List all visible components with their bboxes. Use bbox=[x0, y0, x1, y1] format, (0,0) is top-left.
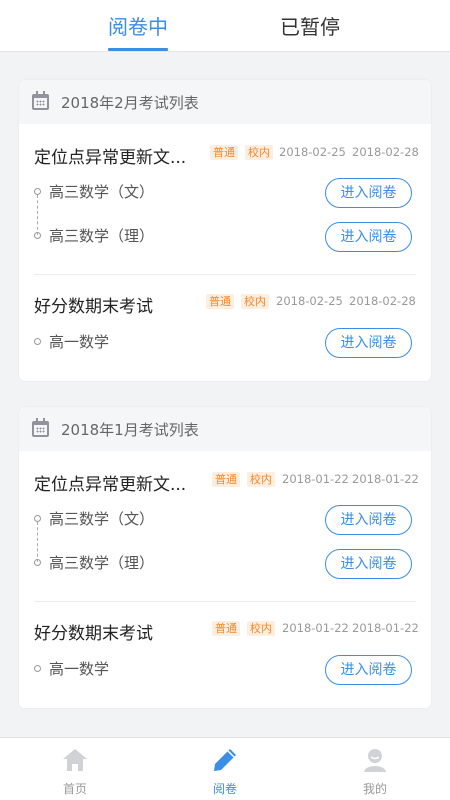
exam-title: 定位点异常更新文... bbox=[34, 475, 187, 495]
exam-title: 定位点异常更新文... bbox=[34, 148, 187, 168]
enter-grading-button[interactable]: 进入阅卷 bbox=[325, 655, 412, 685]
home-icon bbox=[63, 749, 87, 771]
exam-end-date: 2018-01-22 bbox=[352, 472, 419, 486]
exam-divider bbox=[34, 274, 416, 275]
subject-row: 高一数学 进入阅卷 bbox=[34, 328, 416, 360]
nav-home[interactable]: 首页 bbox=[15, 738, 135, 800]
tag-normal: 普通 bbox=[206, 294, 234, 309]
subject-dot-icon bbox=[34, 665, 41, 672]
tab-paused-label: 已暂停 bbox=[280, 15, 340, 39]
tag-internal: 校内 bbox=[247, 621, 275, 636]
tag-internal: 校内 bbox=[247, 472, 275, 487]
exam-item: 好分数期末考试 普通 校内 2018-01-22 2018-01-22 高一数学… bbox=[34, 619, 419, 699]
nav-mine-label: 我的 bbox=[362, 782, 387, 796]
subject-dot-icon bbox=[34, 232, 41, 239]
month-card-header: 2018年1月考试列表 bbox=[19, 407, 431, 451]
month-card-title: 2018年1月考试列表 bbox=[61, 420, 199, 439]
month-card-jan: 2018年1月考试列表 定位点异常更新文... 普通 校内 2018-01-22… bbox=[19, 407, 431, 708]
exam-divider bbox=[34, 601, 416, 602]
pencil-icon bbox=[214, 749, 236, 771]
nav-grading-label: 阅卷 bbox=[212, 782, 237, 796]
subject-name: 高三数学（理） bbox=[49, 227, 155, 245]
subject-row: 高三数学（理） 进入阅卷 bbox=[34, 549, 416, 581]
top-tab-bar: 阅卷中 已暂停 bbox=[0, 0, 450, 52]
tag-normal: 普通 bbox=[212, 621, 240, 636]
enter-grading-button[interactable]: 进入阅卷 bbox=[325, 549, 412, 579]
exam-title: 好分数期末考试 bbox=[34, 624, 153, 644]
exam-item: 定位点异常更新文... 普通 校内 2018-01-22 2018-01-22 … bbox=[34, 470, 419, 581]
exam-end-date: 2018-01-22 bbox=[352, 621, 419, 635]
tag-normal: 普通 bbox=[212, 472, 240, 487]
nav-home-label: 首页 bbox=[62, 782, 87, 796]
exam-start-date: 2018-02-25 bbox=[276, 294, 343, 308]
tag-internal: 校内 bbox=[241, 294, 269, 309]
subject-dot-icon bbox=[34, 188, 41, 195]
subject-name: 高一数学 bbox=[49, 333, 110, 351]
exam-start-date: 2018-02-25 bbox=[279, 145, 346, 159]
exam-start-date: 2018-01-22 bbox=[282, 621, 349, 635]
nav-mine[interactable]: 我的 bbox=[315, 738, 435, 800]
subject-dot-icon bbox=[34, 515, 41, 522]
enter-grading-button[interactable]: 进入阅卷 bbox=[325, 178, 412, 208]
month-card-header: 2018年2月考试列表 bbox=[19, 80, 431, 124]
tab-paused[interactable]: 已暂停 bbox=[230, 0, 390, 52]
subject-name: 高三数学（文） bbox=[49, 183, 155, 201]
subject-row: 高一数学 进入阅卷 bbox=[34, 655, 416, 687]
month-card-feb: 2018年2月考试列表 定位点异常更新文... 普通 校内 2018-02-25… bbox=[19, 80, 431, 381]
exam-title: 好分数期末考试 bbox=[34, 297, 153, 317]
subject-name: 高三数学（文） bbox=[49, 510, 155, 528]
subject-row: 高三数学（文） 进入阅卷 bbox=[34, 178, 416, 210]
exam-item: 好分数期末考试 普通 校内 2018-02-25 2018-02-28 高一数学… bbox=[34, 292, 416, 372]
tag-normal: 普通 bbox=[210, 145, 238, 160]
calendar-icon bbox=[32, 91, 49, 110]
subject-row: 高三数学（理） 进入阅卷 bbox=[34, 222, 416, 254]
enter-grading-button[interactable]: 进入阅卷 bbox=[325, 328, 412, 358]
subject-dot-icon bbox=[34, 338, 41, 345]
bottom-nav-bar: 首页 阅卷 我的 bbox=[0, 737, 450, 800]
tab-grading-label: 阅卷中 bbox=[108, 15, 168, 39]
subject-name: 高三数学（理） bbox=[49, 554, 155, 572]
enter-grading-button[interactable]: 进入阅卷 bbox=[325, 222, 412, 252]
subject-dot-icon bbox=[34, 559, 41, 566]
exam-item: 定位点异常更新文... 普通 校内 2018-02-25 2018-02-28 … bbox=[34, 143, 419, 254]
nav-grading[interactable]: 阅卷 bbox=[165, 738, 285, 800]
tab-grading[interactable]: 阅卷中 bbox=[58, 0, 218, 52]
exam-end-date: 2018-02-28 bbox=[352, 145, 419, 159]
person-icon bbox=[364, 749, 386, 772]
calendar-icon bbox=[32, 418, 49, 437]
active-tab-indicator bbox=[108, 48, 168, 51]
subject-row: 高三数学（文） 进入阅卷 bbox=[34, 505, 416, 537]
tag-internal: 校内 bbox=[245, 145, 273, 160]
enter-grading-button[interactable]: 进入阅卷 bbox=[325, 505, 412, 535]
month-card-title: 2018年2月考试列表 bbox=[61, 93, 199, 112]
exam-end-date: 2018-02-28 bbox=[349, 294, 416, 308]
exam-start-date: 2018-01-22 bbox=[282, 472, 349, 486]
subject-name: 高一数学 bbox=[49, 660, 110, 678]
